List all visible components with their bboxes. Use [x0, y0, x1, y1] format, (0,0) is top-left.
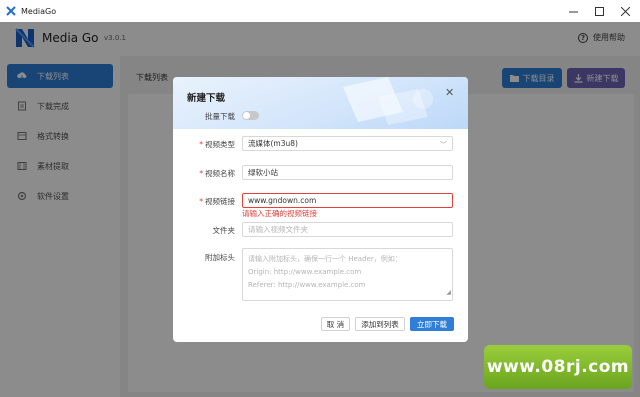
- batch-toggle[interactable]: [242, 111, 259, 120]
- download-now-button[interactable]: 立即下载: [410, 317, 454, 331]
- window-title: MediaGo: [21, 6, 57, 16]
- resize-grip-icon[interactable]: ◢: [446, 286, 451, 299]
- dialog-title: 新建下载: [187, 93, 226, 104]
- headers-textarea[interactable]: 请输入附加标头，确保一行一个 Header，例如： Origin: http:/…: [242, 248, 453, 301]
- headers-placeholder-line: Origin: http://www.example.com: [248, 268, 362, 276]
- headers-placeholder-line: 请输入附加标头，确保一行一个 Header，例如：: [248, 255, 402, 263]
- video-type-select[interactable]: 流媒体(m3u8) ﹀: [242, 136, 453, 151]
- video-url-value: www.gndown.com: [248, 196, 317, 205]
- headers-placeholder-line: Referer: http://www.example.com: [248, 281, 366, 289]
- close-window-button[interactable]: [612, 0, 638, 22]
- add-to-list-button[interactable]: 添加到列表: [355, 317, 405, 331]
- add-to-list-label: 添加到列表: [361, 319, 399, 329]
- url-label: * 视频链接: [199, 197, 235, 206]
- headers-label: 附加标头: [205, 253, 235, 262]
- maximize-button[interactable]: [586, 0, 612, 22]
- dialog-close-button[interactable]: ✕: [445, 86, 454, 99]
- app-icon: [6, 6, 16, 16]
- watermark-text: www.08rj.com: [486, 357, 630, 377]
- video-name-value: 绿软小站: [248, 168, 278, 177]
- video-url-field[interactable]: www.gndown.com: [242, 193, 453, 208]
- minimize-icon: [568, 11, 578, 12]
- download-now-label: 立即下载: [417, 319, 447, 329]
- cancel-button[interactable]: 取 消: [321, 317, 350, 331]
- folder-label: 文件夹: [212, 226, 236, 235]
- url-error-message: 请输入正确的视频链接: [242, 209, 317, 218]
- cancel-label: 取 消: [326, 319, 345, 329]
- name-label: * 视频名称: [199, 169, 235, 178]
- title-bar: MediaGo: [0, 0, 640, 22]
- maximize-icon: [594, 6, 604, 16]
- type-label: * 视频类型: [199, 140, 235, 149]
- video-type-value: 流媒体(m3u8): [248, 139, 298, 148]
- new-download-dialog: 新建下载 ✕ 批量下载 * 视频类型 流媒体(m3u8) ﹀ * 视频名称 绿软小站…: [173, 77, 468, 342]
- folder-field[interactable]: 请输入视频文件夹: [242, 222, 453, 237]
- watermark-badge: www.08rj.com: [484, 345, 632, 389]
- close-icon: [620, 6, 630, 16]
- toggle-knob: [243, 112, 250, 119]
- folder-placeholder: 请输入视频文件夹: [248, 225, 308, 234]
- batch-label: 批量下载: [205, 112, 235, 121]
- minimize-button[interactable]: [560, 0, 586, 22]
- video-name-field[interactable]: 绿软小站: [242, 165, 453, 180]
- chevron-down-icon: ﹀: [440, 141, 447, 149]
